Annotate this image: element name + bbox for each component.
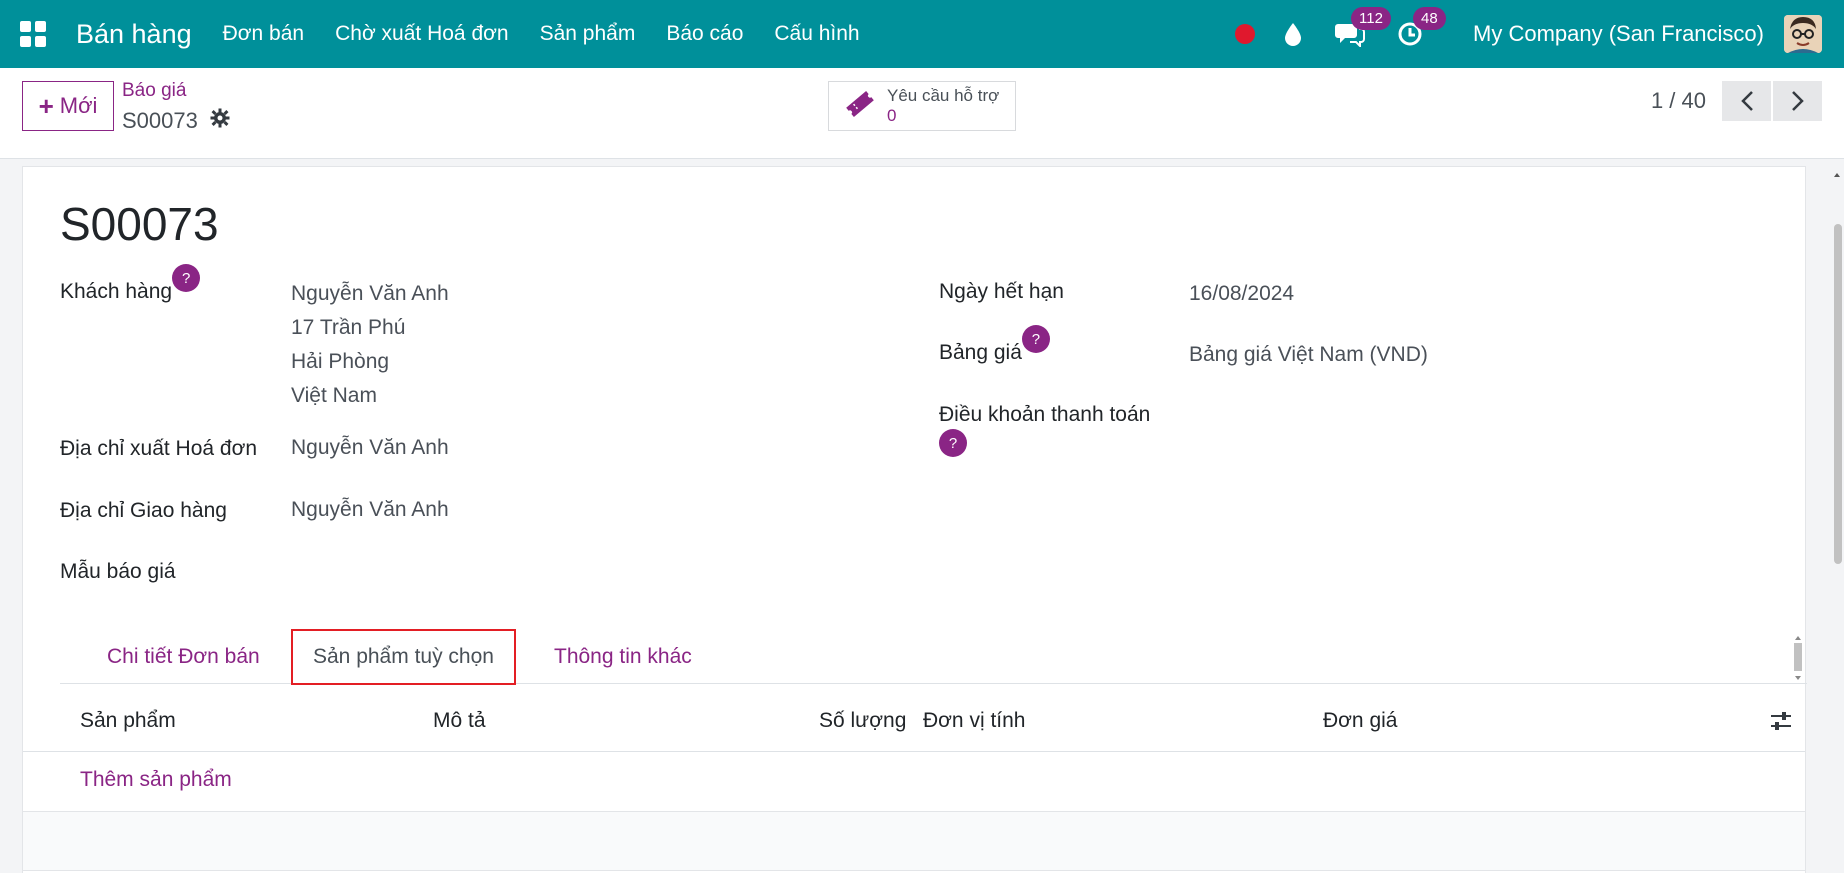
tab-optional-products[interactable]: Sản phẩm tuỳ chọn	[291, 629, 516, 685]
record-title: S00073	[60, 198, 219, 250]
column-uom[interactable]: Đơn vị tính	[923, 709, 1025, 733]
expiration-field[interactable]: 16/08/2024	[1189, 277, 1294, 311]
delivery-address-field[interactable]: Nguyễn Văn Anh	[291, 493, 449, 527]
tabs-scrollbar[interactable]	[1792, 633, 1804, 683]
activities-clock-icon[interactable]: 48	[1397, 7, 1446, 49]
menu-item-to-invoice[interactable]: Chờ xuất Hoá đơn	[335, 22, 508, 46]
tab-other-info[interactable]: Thông tin khác	[554, 631, 692, 683]
pager: 1 / 40	[1651, 81, 1822, 121]
menu-item-configuration[interactable]: Cấu hình	[774, 22, 859, 46]
app-name[interactable]: Bán hàng	[76, 19, 192, 50]
customer-help-icon[interactable]: ?	[172, 264, 201, 292]
menu-item-orders[interactable]: Đơn bán	[223, 22, 305, 46]
customer-label-text: Khách hàng	[60, 280, 173, 303]
column-quantity[interactable]: Số lượng	[819, 709, 906, 733]
customer-label: Khách hàng?	[60, 264, 201, 308]
user-avatar[interactable]	[1784, 15, 1822, 53]
tab-order-lines[interactable]: Chi tiết Đơn bán	[107, 631, 260, 683]
payment-terms-label: Điều khoản thanh toán	[939, 403, 1151, 426]
control-panel: + Mới Báo giá S00073 Yêu cầu hỗ trợ 0 1 …	[0, 68, 1844, 159]
gear-icon[interactable]	[210, 108, 230, 134]
app-grid-icon[interactable]	[20, 21, 46, 47]
column-description[interactable]: Mô tả	[433, 709, 486, 733]
column-unit-price[interactable]: Đơn giá	[1323, 709, 1397, 733]
quotation-template-label: Mẫu báo giá	[60, 560, 176, 583]
recording-indicator-icon[interactable]	[1235, 24, 1256, 44]
company-switcher[interactable]: My Company (San Francisco)	[1473, 21, 1764, 47]
breadcrumb-current-label: S00073	[122, 108, 198, 133]
pager-previous-button[interactable]	[1722, 81, 1771, 121]
pager-value[interactable]: 1 / 40	[1651, 88, 1706, 114]
support-tickets-text: Yêu cầu hỗ trợ 0	[887, 86, 999, 126]
column-product[interactable]: Sản phẩm	[80, 709, 176, 733]
support-tickets-button[interactable]: Yêu cầu hỗ trợ 0	[828, 81, 1016, 131]
pricelist-label-text: Bảng giá	[939, 341, 1022, 364]
customer-street: 17 Trần Phú	[291, 316, 406, 339]
chevron-right-icon	[1791, 91, 1804, 111]
drop-icon[interactable]	[1283, 19, 1303, 49]
optional-products-table-header: Sản phẩm Mô tả Số lượng Đơn vị tính Đơn …	[23, 691, 1805, 752]
empty-table-row	[23, 811, 1805, 871]
menu-item-products[interactable]: Sản phẩm	[540, 22, 636, 46]
pager-next-button[interactable]	[1773, 81, 1822, 121]
payment-terms-field[interactable]	[1189, 399, 1589, 433]
breadcrumb-quotations-link[interactable]: Báo giá	[122, 80, 230, 102]
invoice-address-label: Địa chỉ xuất Hoá đơn	[60, 437, 258, 460]
new-button-label: Mới	[59, 93, 98, 118]
page-scrollbar-thumb[interactable]	[1834, 224, 1842, 564]
customer-city: Hải Phòng	[291, 350, 390, 373]
support-tickets-count: 0	[887, 106, 897, 125]
plus-icon: +	[38, 90, 54, 121]
breadcrumb-current: S00073	[122, 108, 230, 134]
page-scrollbar[interactable]	[1830, 166, 1844, 873]
notebook-tabs: Chi tiết Đơn bán Sản phẩm tuỳ chọn Thông…	[60, 629, 1807, 685]
payment-terms-help-icon[interactable]: ?	[939, 429, 967, 457]
quotation-template-field[interactable]	[291, 554, 591, 588]
new-button[interactable]: + Mới	[22, 81, 114, 131]
customer-field[interactable]: Nguyễn Văn Anh 17 Trần Phú Hải Phòng Việ…	[291, 277, 449, 413]
ticket-icon	[843, 87, 877, 126]
menu-item-reporting[interactable]: Báo cáo	[666, 22, 743, 46]
delivery-address-label: Địa chỉ Giao hàng	[60, 499, 227, 522]
add-product-link[interactable]: Thêm sản phẩm	[80, 768, 232, 792]
pricelist-label: Bảng giá?	[939, 325, 1050, 369]
customer-country: Việt Nam	[291, 384, 377, 407]
pricelist-field[interactable]: Bảng giá Việt Nam (VND)	[1189, 338, 1428, 372]
optional-columns-icon[interactable]	[1769, 709, 1793, 738]
expiration-label: Ngày hết hạn	[939, 280, 1064, 303]
chevron-left-icon	[1740, 91, 1753, 111]
invoice-address-field[interactable]: Nguyễn Văn Anh	[291, 431, 449, 465]
support-tickets-label: Yêu cầu hỗ trợ	[887, 86, 1000, 105]
activities-count-badge: 48	[1413, 7, 1446, 30]
messages-icon[interactable]: 112	[1335, 7, 1391, 49]
messages-count-badge: 112	[1351, 7, 1391, 30]
pricelist-help-icon[interactable]: ?	[1021, 325, 1050, 353]
form-sheet: S00073 Khách hàng? Nguyễn Văn Anh 17 Trầ…	[22, 166, 1807, 873]
top-navbar: Bán hàng Đơn bán Chờ xuất Hoá đơn Sản ph…	[0, 0, 1844, 68]
customer-name: Nguyễn Văn Anh	[291, 282, 449, 305]
breadcrumb: Báo giá S00073	[122, 80, 230, 134]
